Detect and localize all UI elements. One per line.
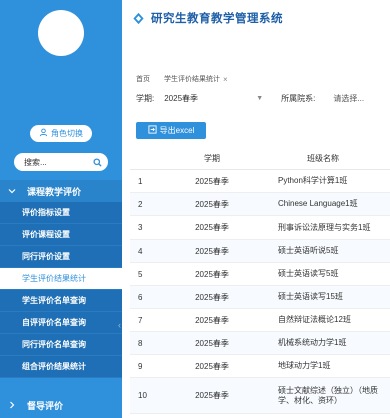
- row-term: 2025春季: [195, 361, 229, 371]
- close-icon[interactable]: ×: [223, 75, 228, 84]
- row-class: Python科学计算1班: [278, 176, 348, 185]
- row-term: 2025春季: [195, 269, 229, 279]
- sidebar-item-peer-list[interactable]: 同行评价名单查询: [0, 334, 122, 356]
- term-label: 学期:: [136, 94, 155, 103]
- row-index: 1: [138, 176, 143, 186]
- chevron-right-icon: [8, 401, 16, 409]
- row-index: 6: [138, 292, 143, 302]
- table-row[interactable]: 7 2025春季 自然辩证法概论12班: [130, 309, 390, 332]
- result-table: 学期 班级名称 1 2025春季 Python科学计算1班 2 2025春季 C…: [130, 148, 390, 414]
- app-header: 研究生教育教学管理系统: [122, 0, 390, 36]
- row-term: 2025春季: [195, 292, 229, 302]
- row-class: 硕士英语读写15班: [278, 292, 343, 301]
- table-row[interactable]: 8 2025春季 机械系统动力学1班: [130, 332, 390, 355]
- row-class: 地球动力学1班: [278, 361, 331, 370]
- menu-group-label: 课程教学评价: [27, 186, 82, 197]
- sidebar-item-label: 组合评价结果统计: [22, 362, 86, 371]
- tab-student-result-stats[interactable]: 学生评价结果统计 ×: [164, 74, 228, 84]
- table-row[interactable]: 1 2025春季 Python科学计算1班: [130, 170, 390, 193]
- row-term: 2025春季: [195, 391, 229, 400]
- row-term: 2025春季: [195, 315, 229, 325]
- tab-label: 首页: [136, 76, 150, 83]
- avatar[interactable]: [38, 10, 84, 56]
- department-label: 所属院系:: [281, 94, 316, 103]
- sidebar-item-self-list[interactable]: 自评评价名单查询: [0, 312, 122, 334]
- role-switch-button[interactable]: 角色切换: [30, 125, 92, 142]
- table-row[interactable]: 4 2025春季 硕士英语听说5班: [130, 240, 390, 263]
- table-row[interactable]: 2 2025春季 Chinese Language1班: [130, 193, 390, 216]
- row-index: 9: [138, 361, 143, 371]
- row-term: 2025春季: [195, 199, 229, 209]
- sidebar-item-peer-settings[interactable]: 同行评价设置: [0, 246, 122, 268]
- search-icon[interactable]: [93, 157, 102, 167]
- export-excel-button[interactable]: 导出excel: [136, 122, 206, 139]
- logo-icon: [132, 12, 145, 25]
- col-header-term: 学期: [204, 154, 220, 163]
- row-class: Chinese Language1班: [278, 199, 358, 208]
- sidebar-item-indicator-settings[interactable]: 评价指标设置: [0, 202, 122, 224]
- tab-bar: 首页 学生评价结果统计 ×: [136, 74, 228, 84]
- sidebar-item-student-result-stats[interactable]: 学生评价结果统计: [0, 268, 122, 290]
- filter-bar: 学期: 2025春季 ▼ 所属院系: 请选择...: [136, 93, 390, 104]
- search-input[interactable]: [24, 157, 93, 167]
- menu-group-course-evaluation[interactable]: 课程教学评价: [0, 180, 122, 202]
- row-index: 8: [138, 338, 143, 348]
- row-class: 硕士英语读写5班: [278, 269, 339, 278]
- row-index: 2: [138, 199, 143, 209]
- row-term: 2025春季: [195, 223, 229, 232]
- table-header: 学期 班级名称: [130, 148, 390, 170]
- sidebar-item-label: 评价课程设置: [22, 230, 70, 239]
- tab-label: 学生评价结果统计: [164, 76, 220, 83]
- app-title: 研究生教育教学管理系统: [151, 13, 283, 25]
- sidebar: 角色切换 课程教学评价 评价指标设置 评价课程设置 同行评价设置 学生评价结果统…: [0, 0, 122, 418]
- user-switch-icon: [39, 128, 48, 139]
- export-icon: [148, 125, 157, 136]
- sidebar-item-label: 同行评价设置: [22, 252, 70, 261]
- row-term: 2025春季: [195, 246, 229, 256]
- collapse-sidebar-icon[interactable]: ‹: [118, 320, 124, 334]
- sidebar-item-label: 学生评价结果统计: [22, 274, 86, 283]
- col-header-class: 班级名称: [307, 153, 339, 163]
- menu-group-supervision[interactable]: 督导评价: [0, 394, 122, 416]
- sidebar-search: [14, 153, 108, 171]
- sidebar-item-label: 学生评价名单查询: [22, 296, 86, 305]
- row-index: 4: [138, 246, 143, 256]
- table-row[interactable]: 6 2025春季 硕士英语读写15班: [130, 286, 390, 309]
- table-row[interactable]: 9 2025春季 地球动力学1班: [130, 355, 390, 378]
- row-index: 10: [138, 391, 147, 400]
- row-class: 机械系统动力学1班: [278, 338, 347, 347]
- table-row[interactable]: 10 2025春季 硕士文献综述（独立）（地质学、材化、资环）: [130, 378, 390, 414]
- table-row[interactable]: 3 2025春季 刑事诉讼法原理与实务1班: [130, 216, 390, 240]
- table-row[interactable]: 5 2025春季 硕士英语读写5班: [130, 263, 390, 286]
- tab-home[interactable]: 首页: [136, 74, 150, 84]
- row-index: 7: [138, 315, 143, 325]
- row-term: 2025春季: [195, 176, 229, 186]
- row-class: 硕士文献综述（独立）（地质学、材化、资环）: [278, 385, 378, 405]
- chevron-down-icon[interactable]: ▼: [256, 95, 263, 102]
- sidebar-item-course-settings[interactable]: 评价课程设置: [0, 224, 122, 246]
- row-class: 硕士英语听说5班: [278, 246, 339, 255]
- sidebar-item-combined-stats[interactable]: 组合评价结果统计: [0, 356, 122, 378]
- department-select[interactable]: 请选择...: [333, 93, 364, 104]
- sidebar-item-label: 同行评价名单查询: [22, 340, 86, 349]
- sidebar-item-label: 评价指标设置: [22, 208, 70, 217]
- term-select[interactable]: 2025春季: [164, 93, 256, 104]
- row-term: 2025春季: [195, 338, 229, 348]
- sidebar-item-label: 自评评价名单查询: [22, 318, 86, 327]
- export-label: 导出excel: [159, 126, 195, 135]
- sidebar-item-student-list[interactable]: 学生评价名单查询: [0, 290, 122, 312]
- role-switch-label: 角色切换: [51, 129, 83, 138]
- row-class: 自然辩证法概论12班: [278, 315, 351, 324]
- row-index: 3: [138, 223, 143, 232]
- row-index: 5: [138, 269, 143, 279]
- row-class: 刑事诉讼法原理与实务1班: [278, 222, 371, 232]
- menu-group-label: 督导评价: [27, 400, 64, 411]
- chevron-down-icon: [8, 187, 16, 195]
